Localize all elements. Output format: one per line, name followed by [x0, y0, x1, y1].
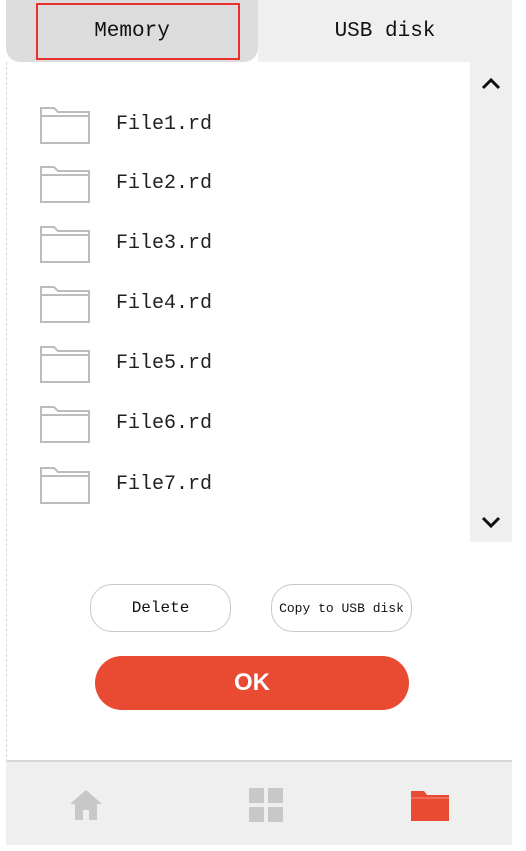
tab-memory-label: Memory [94, 19, 170, 43]
bottom-nav [6, 760, 512, 845]
folder-icon [40, 343, 90, 383]
chevron-up-icon [481, 77, 501, 90]
folder-icon [40, 464, 90, 504]
tab-usb-disk-label: USB disk [334, 19, 436, 43]
folder-icon [40, 403, 90, 443]
tab-usb-disk[interactable]: USB disk [258, 0, 512, 62]
tab-memory[interactable]: Memory [6, 0, 258, 62]
copy-to-usb-button-label: Copy to USB disk [279, 600, 404, 616]
delete-button[interactable]: Delete [90, 584, 231, 632]
list-item[interactable]: File2.rd [40, 160, 440, 206]
folder-icon [411, 790, 449, 821]
home-icon [70, 789, 102, 820]
file-list: File1.rd File2.rd File3.rd File4.rd File… [6, 62, 470, 542]
list-item[interactable]: File3.rd [40, 220, 440, 266]
file-name: File4.rd [116, 291, 213, 315]
file-name: File2.rd [116, 171, 213, 195]
list-item[interactable]: File4.rd [40, 280, 440, 326]
file-manager-screen: Memory USB disk File1.rd File2.rd File3.… [0, 0, 526, 851]
ok-button-label: OK [234, 669, 270, 696]
file-name: File1.rd [116, 112, 213, 136]
folder-icon [40, 104, 90, 144]
folder-icon [40, 223, 90, 263]
chevron-down-icon [481, 516, 501, 529]
folder-icon [40, 163, 90, 203]
file-name: File7.rd [116, 472, 213, 496]
grid-icon [249, 787, 283, 822]
nav-apps[interactable] [206, 762, 326, 847]
file-name: File5.rd [116, 351, 213, 375]
folder-icon [40, 283, 90, 323]
scroll-down-button[interactable] [470, 502, 512, 542]
copy-to-usb-button[interactable]: Copy to USB disk [271, 584, 412, 632]
list-item[interactable]: File1.rd [40, 101, 440, 147]
scroll-up-button[interactable] [470, 64, 512, 104]
nav-files[interactable] [370, 762, 490, 847]
nav-home[interactable] [26, 762, 146, 847]
file-name: File6.rd [116, 411, 213, 435]
delete-button-label: Delete [131, 599, 190, 617]
list-item[interactable]: File7.rd [40, 461, 440, 507]
list-item[interactable]: File5.rd [40, 340, 440, 386]
scrollbar[interactable] [470, 62, 512, 542]
ok-button[interactable]: OK [95, 656, 409, 710]
list-item[interactable]: File6.rd [40, 400, 440, 446]
storage-tabs: Memory USB disk [6, 0, 512, 62]
file-name: File3.rd [116, 231, 213, 255]
